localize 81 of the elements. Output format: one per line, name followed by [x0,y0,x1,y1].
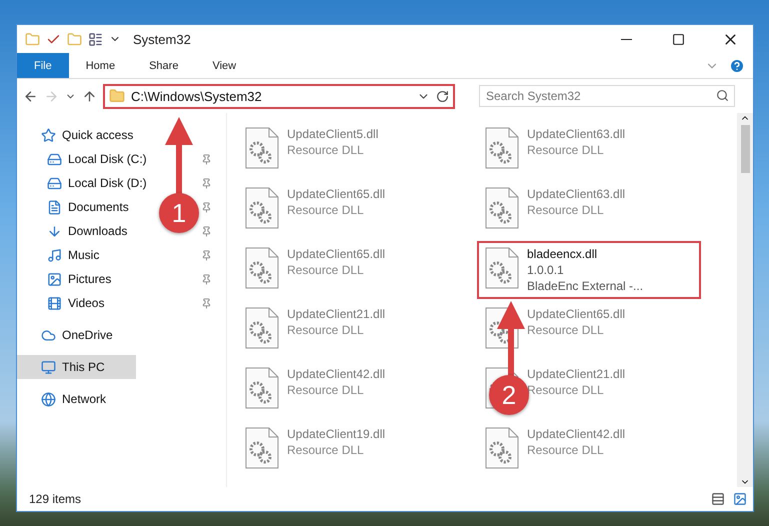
nav-item[interactable]: Local Disk (D:) [17,171,151,195]
nav-item[interactable]: OneDrive [17,323,117,347]
gear-document-icon [245,367,279,409]
nav-item[interactable]: Videos [17,291,108,315]
file-detail: Resource DLL [287,203,365,217]
properties-icon[interactable] [88,32,103,46]
cloud-icon [41,328,56,342]
search-icon [716,89,729,102]
file-detail: Resource DLL [287,443,365,457]
nav-item[interactable]: Pictures [17,267,116,291]
item-count: 129 items [29,492,82,506]
globe-icon [41,392,56,406]
file-detail: Resource DLL [527,203,605,217]
file-detail: Resource DLL [287,143,365,157]
nav-item[interactable]: Network [17,387,110,411]
gear-document-icon [245,307,279,349]
gear-document-icon [245,187,279,229]
nav-item[interactable]: Local Disk (C:) [17,147,151,171]
nav-item[interactable]: Quick access [17,123,138,147]
file-name: UpdateClient5.dll [287,127,378,141]
gear-document-icon [485,247,519,289]
up-icon[interactable] [82,88,97,104]
ribbon-tab[interactable]: Share [132,53,196,78]
refresh-icon[interactable] [436,90,449,102]
drive-icon [47,152,62,166]
file-name: UpdateClient63.dll [527,187,626,201]
file-detail: Resource DLL [287,263,365,277]
file-name: bladeencx.dll [527,247,598,261]
nav-item[interactable]: Downloads [17,219,132,243]
large-icons-view-icon[interactable] [733,492,747,506]
file-name: UpdateClient65.dll [527,307,626,321]
star-icon [41,128,56,142]
nav-item[interactable]: Music [17,243,104,267]
folder-icon [109,88,125,104]
down-arrow-icon [47,224,62,238]
gear-document-icon [245,127,279,169]
window-title: System32 [133,32,191,46]
film-icon [47,296,62,310]
file-detail: Resource DLL [527,383,605,397]
music-note-icon [47,248,62,262]
file-detail: Resource DLL [527,443,605,457]
back-icon[interactable] [23,88,38,104]
monitor-icon [41,360,56,374]
ribbon-tab[interactable]: View [195,53,254,78]
gear-document-icon [485,187,519,229]
file-detail: BladeEnc External -... [527,279,644,293]
step-number-badge: 2 [489,375,529,415]
step-number-badge: 1 [159,193,199,233]
file-name: UpdateClient21.dll [287,307,386,321]
address-bar[interactable]: C:\Windows\System32 [103,84,455,108]
file-tile[interactable]: bladeencx.dll 1.0.0.1 BladeEnc External -... [477,241,701,299]
gear-document-icon [245,427,279,469]
file-name: UpdateClient21.dll [527,367,626,381]
file-name: UpdateClient65.dll [287,247,386,261]
file-name: UpdateClient63.dll [527,127,626,141]
file-name: UpdateClient65.dll [287,187,386,201]
ribbon-tab[interactable]: File [17,53,69,78]
file-name: UpdateClient42.dll [527,427,626,441]
document-icon [47,200,62,214]
drive-icon [47,176,62,190]
file-detail: 1.0.0.1 [527,263,565,277]
file-detail: Resource DLL [287,383,365,397]
details-view-icon[interactable] [711,492,725,506]
file-detail: Resource DLL [527,143,605,157]
nav-item[interactable]: This PC [17,355,136,379]
ribbon-tab[interactable]: Home [68,53,132,78]
file-detail: Resource DLL [527,323,605,337]
nav-item[interactable]: Documents [17,195,133,219]
file-name: UpdateClient42.dll [287,367,386,381]
maximize-icon [672,32,684,46]
scrollbar-thumb[interactable] [740,125,750,173]
file-detail: Resource DLL [287,323,365,337]
gear-document-icon [485,427,519,469]
gear-document-icon [245,247,279,289]
picture-icon [47,272,62,286]
file-name: UpdateClient19.dll [287,427,386,441]
gear-document-icon [485,127,519,169]
scrollbar[interactable] [737,113,753,487]
help-icon[interactable] [729,58,745,74]
search-field[interactable]: Search System32 [479,85,735,107]
minimize-icon [620,38,632,40]
